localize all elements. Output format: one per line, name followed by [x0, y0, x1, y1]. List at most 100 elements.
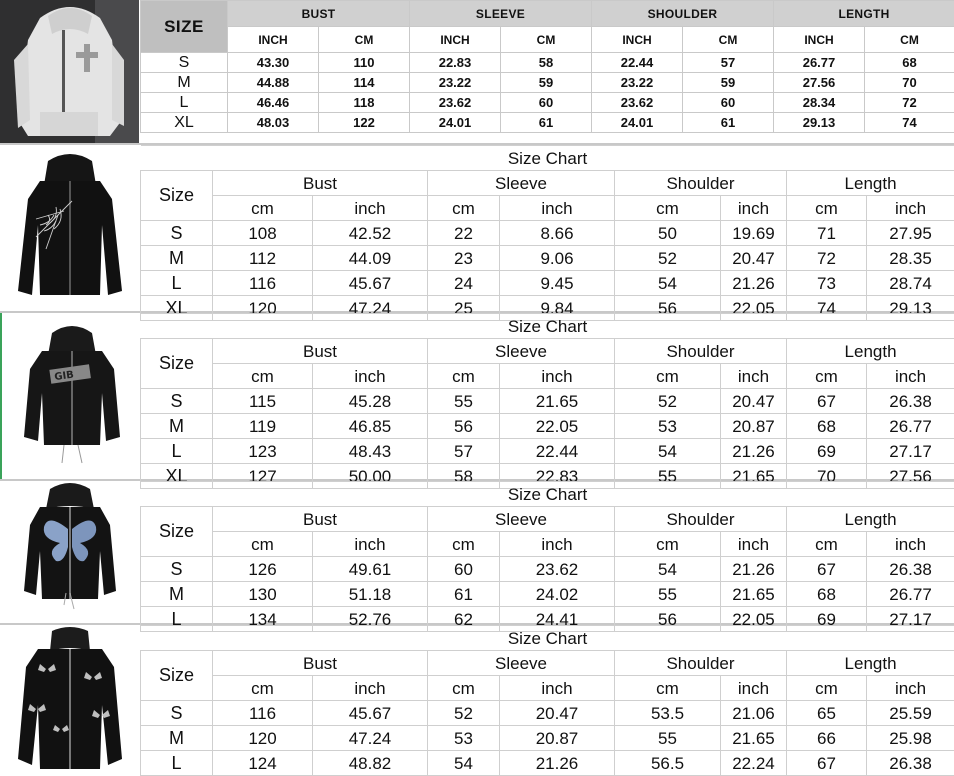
- table-row: M11946.855622.055320.876826.77: [141, 414, 954, 439]
- value-cell: 26.38: [867, 557, 954, 582]
- unit-header: CM: [865, 27, 954, 53]
- unit-header: cm: [615, 196, 721, 221]
- unit-header: inch: [313, 532, 428, 557]
- value-cell: 67: [787, 389, 867, 414]
- size-cell: M: [141, 726, 213, 751]
- value-cell: 54: [428, 751, 500, 776]
- size-cell: S: [141, 53, 228, 73]
- unit-header: cm: [428, 364, 500, 389]
- unit-header: inch: [721, 676, 787, 701]
- unit-header: cm: [213, 196, 313, 221]
- unit-header: INCH: [774, 27, 865, 53]
- size-cell: L: [141, 93, 228, 113]
- value-cell: 46.46: [228, 93, 319, 113]
- value-cell: 20.87: [500, 726, 615, 751]
- product-photo-white-hoodie: [0, 0, 139, 143]
- shoulder-header: SHOULDER: [592, 1, 774, 27]
- black-hoodie-butterfly-icon: [0, 481, 139, 623]
- value-cell: 50: [615, 221, 721, 246]
- value-cell: 25.59: [867, 701, 954, 726]
- product-photo-butterflies-hoodie: [0, 625, 139, 769]
- unit-header-row: cminchcminchcminchcminch: [141, 196, 954, 221]
- value-cell: 68: [787, 582, 867, 607]
- length-header: Length: [787, 339, 954, 364]
- value-cell: 26.38: [867, 389, 954, 414]
- value-cell: 68: [787, 414, 867, 439]
- size-cell: M: [141, 73, 228, 93]
- value-cell: 24.01: [592, 113, 683, 133]
- value-cell: 21.26: [721, 557, 787, 582]
- value-cell: 118: [319, 93, 410, 113]
- unit-header: cm: [787, 364, 867, 389]
- value-cell: 52: [615, 389, 721, 414]
- size-cell: M: [141, 582, 213, 607]
- sleeve-header: Sleeve: [428, 651, 615, 676]
- bust-header: Bust: [213, 651, 428, 676]
- white-hoodie-cross-icon: [0, 0, 139, 143]
- value-cell: 126: [213, 557, 313, 582]
- unit-header: inch: [721, 196, 787, 221]
- length-header: Length: [787, 507, 954, 532]
- size-cell: S: [141, 701, 213, 726]
- unit-header: inch: [867, 676, 954, 701]
- size-chart-2: Size ChartSizeBustSleeveShoulderLengthcm…: [140, 313, 954, 489]
- title-row: Size Chart: [141, 314, 954, 339]
- value-cell: 26.77: [867, 414, 954, 439]
- chart-title: Size Chart: [141, 146, 954, 171]
- value-cell: 22: [428, 221, 500, 246]
- sleeve-header: Sleeve: [428, 507, 615, 532]
- group-header-row: SizeBustSleeveShoulderLength: [141, 651, 954, 676]
- value-cell: 49.61: [313, 557, 428, 582]
- value-cell: 45.67: [313, 271, 428, 296]
- unit-header: cm: [213, 364, 313, 389]
- value-cell: 19.69: [721, 221, 787, 246]
- value-cell: 57: [428, 439, 500, 464]
- unit-header: CM: [319, 27, 410, 53]
- value-cell: 124: [213, 751, 313, 776]
- value-cell: 65: [787, 701, 867, 726]
- value-cell: 22.83: [410, 53, 501, 73]
- value-cell: 46.85: [313, 414, 428, 439]
- value-cell: 51.18: [313, 582, 428, 607]
- unit-header: INCH: [410, 27, 501, 53]
- value-cell: 108: [213, 221, 313, 246]
- size-chart-1: Size ChartSizeBustSleeveShoulderLengthcm…: [140, 145, 954, 321]
- unit-header: inch: [500, 364, 615, 389]
- length-header: Length: [787, 171, 954, 196]
- unit-header: cm: [213, 532, 313, 557]
- unit-header: cm: [428, 196, 500, 221]
- value-cell: 67: [787, 557, 867, 582]
- unit-header-row: cminchcminchcminchcminch: [141, 676, 954, 701]
- table-row: L11645.67249.455421.267328.74: [141, 271, 954, 296]
- value-cell: 119: [213, 414, 313, 439]
- unit-header-row: cminchcminchcminchcminch: [141, 532, 954, 557]
- value-cell: 26.38: [867, 751, 954, 776]
- size-cell: S: [141, 221, 213, 246]
- value-cell: 123: [213, 439, 313, 464]
- value-cell: 110: [319, 53, 410, 73]
- size-header: SIZE: [141, 1, 228, 53]
- table-row: M12047.245320.875521.656625.98: [141, 726, 954, 751]
- group-header-row: SizeBustSleeveShoulderLength: [141, 507, 954, 532]
- value-cell: 28.35: [867, 246, 954, 271]
- value-cell: 21.26: [721, 439, 787, 464]
- value-cell: 43.30: [228, 53, 319, 73]
- unit-header: inch: [500, 196, 615, 221]
- value-cell: 48.82: [313, 751, 428, 776]
- value-cell: 23: [428, 246, 500, 271]
- value-cell: 29.13: [774, 113, 865, 133]
- length-header: Length: [787, 651, 954, 676]
- value-cell: 66: [787, 726, 867, 751]
- unit-header: cm: [428, 676, 500, 701]
- black-hoodie-spiderweb-icon: [0, 145, 139, 311]
- value-cell: 130: [213, 582, 313, 607]
- table-row: M13051.186124.025521.656826.77: [141, 582, 954, 607]
- value-cell: 74: [865, 113, 954, 133]
- value-cell: 48.03: [228, 113, 319, 133]
- title-row: Size Chart: [141, 146, 954, 171]
- value-cell: 72: [787, 246, 867, 271]
- value-cell: 44.88: [228, 73, 319, 93]
- unit-header: inch: [721, 532, 787, 557]
- size-chart-3: Size ChartSizeBustSleeveShoulderLengthcm…: [140, 481, 954, 632]
- value-cell: 42.52: [313, 221, 428, 246]
